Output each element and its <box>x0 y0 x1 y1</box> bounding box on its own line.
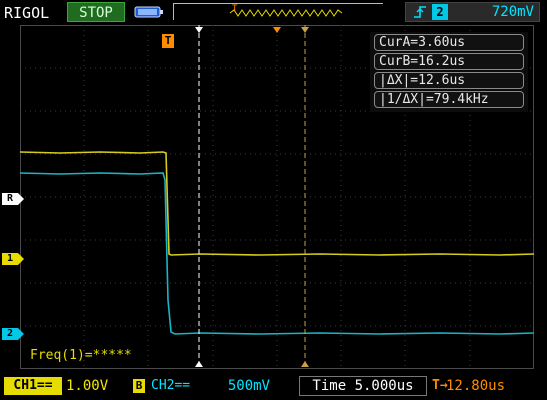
ch2-offset-marker[interactable]: 2 <box>2 328 24 340</box>
cursor-b-foot-icon <box>301 361 309 367</box>
ch1-bandwidth-limit-badge: B <box>133 379 145 393</box>
ch1-offset-marker[interactable]: 1 <box>2 253 24 265</box>
timebase-setting[interactable]: Time 5.000us <box>299 376 427 396</box>
inverse-delta-x-value: |1/ΔX|=79.4kHz <box>374 91 524 108</box>
ch1-vertical-scale[interactable]: 1.00V <box>66 377 132 395</box>
cursor-b-value: CurB=16.2us <box>374 53 524 70</box>
cursor-b-head-icon <box>301 27 309 33</box>
oscilloscope-screen: RIGOL STOP T 2 720mV T CurA=3.60us CurB=… <box>0 0 547 400</box>
ch1-waveform <box>19 151 535 256</box>
ch2-vertical-scale[interactable]: 500mV <box>214 377 270 395</box>
trigger-offset-icon: T→ <box>432 378 448 393</box>
cursor-readout-panel: CurA=3.60us CurB=16.2us |ΔX|=12.6us |1/Δ… <box>370 32 528 112</box>
trigger-center-marker-icon <box>273 27 281 33</box>
delta-x-value: |ΔX|=12.6us <box>374 72 524 89</box>
cursor-a-head-icon <box>195 27 203 33</box>
ch2-tag[interactable]: CH2== <box>151 377 213 395</box>
frequency-measurement: Freq(1)=***** <box>30 348 132 363</box>
cursor-a-foot-icon <box>195 361 203 367</box>
reference-marker[interactable]: R <box>2 193 24 205</box>
trigger-offset-value[interactable]: 12.80us <box>446 377 538 395</box>
trigger-position-marker: T <box>162 34 174 48</box>
cursor-a-value: CurA=3.60us <box>374 34 524 51</box>
ch1-tag[interactable]: CH1== <box>4 377 62 395</box>
